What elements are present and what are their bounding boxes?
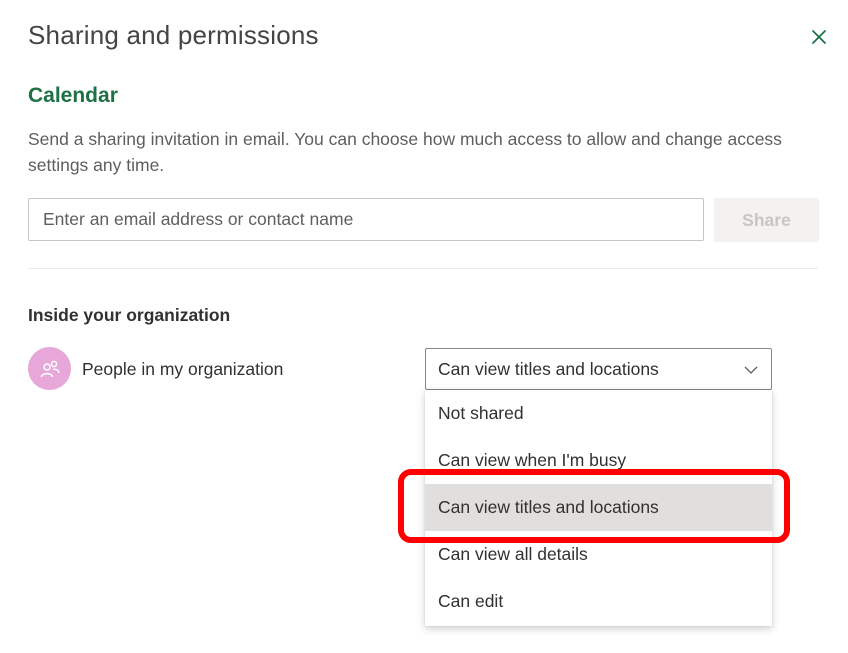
organization-heading: Inside your organization [28,305,231,325]
option-view-titles-locations[interactable]: Can view titles and locations [425,484,772,531]
sharing-description: Send a sharing invitation in email. You … [28,129,782,175]
permission-dropdown-list: Not shared Can view when I'm busy Can vi… [425,390,772,626]
member-label: People in my organization [82,359,284,379]
people-group-icon [40,360,60,377]
option-can-edit[interactable]: Can edit [425,578,772,625]
dialog-title: Sharing and permissions [28,20,319,50]
chevron-down-icon [744,366,758,374]
permission-select[interactable]: Can view titles and locations [425,348,772,390]
option-view-busy[interactable]: Can view when I'm busy [425,437,772,484]
close-button[interactable] [806,24,832,50]
calendar-name: Calendar [28,84,118,107]
option-not-shared[interactable]: Not shared [425,390,772,437]
close-icon [812,30,826,44]
section-divider [28,268,818,269]
permission-selected-value: Can view titles and locations [438,359,659,379]
option-view-all-details[interactable]: Can view all details [425,531,772,578]
email-contact-input[interactable] [28,198,704,241]
avatar [28,347,71,390]
share-button[interactable]: Share [714,198,819,242]
